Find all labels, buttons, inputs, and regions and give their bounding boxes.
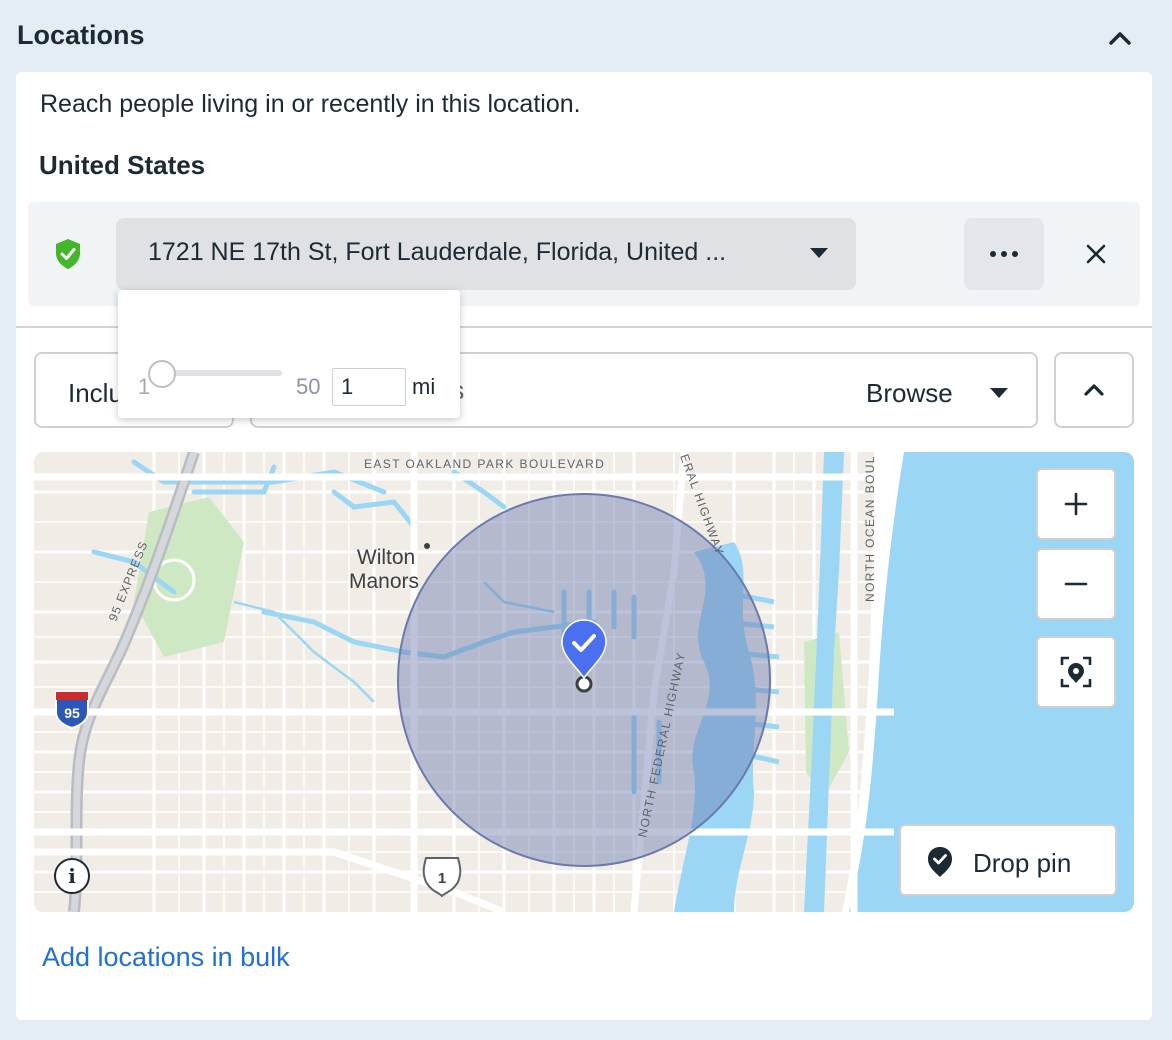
browse-button[interactable]: Browse bbox=[862, 368, 1022, 414]
road-label-oakland-park: EAST OAKLAND PARK BOULEVARD bbox=[364, 457, 605, 471]
radius-unit: mi bbox=[412, 374, 436, 399]
map-info-button[interactable]: i bbox=[54, 858, 90, 894]
map-pin-check-icon bbox=[928, 847, 952, 877]
address-value: 1721 NE 17th St, Fort Lauderdale, Florid… bbox=[148, 238, 727, 266]
country-heading: United States bbox=[39, 150, 206, 180]
place-label-line1: Wilton bbox=[357, 546, 415, 569]
more-dots-icon bbox=[990, 251, 1018, 257]
add-locations-bulk-link[interactable]: Add locations in bulk bbox=[42, 942, 290, 973]
us-highway-shield-number: 1 bbox=[438, 870, 446, 887]
chevron-up-icon bbox=[1109, 32, 1131, 45]
info-icon: i bbox=[68, 864, 76, 888]
slider-max-label: 50 bbox=[296, 374, 321, 399]
section-header: Locations bbox=[0, 0, 1172, 72]
zoom-out-button[interactable] bbox=[1036, 548, 1116, 620]
drop-pin-button[interactable]: Drop pin bbox=[899, 824, 1117, 896]
place-label-line2: Manors bbox=[349, 570, 419, 593]
zoom-in-button[interactable] bbox=[1036, 468, 1116, 540]
radius-popover: 1 50 mi bbox=[118, 290, 460, 418]
verified-shield-icon bbox=[56, 239, 80, 269]
chevron-up-icon bbox=[1084, 384, 1104, 396]
close-icon bbox=[1086, 244, 1106, 264]
section-title: Locations bbox=[17, 20, 145, 50]
more-options-button[interactable] bbox=[964, 218, 1044, 290]
radius-slider-handle[interactable] bbox=[148, 360, 176, 388]
browse-label: Browse bbox=[866, 378, 953, 408]
address-select[interactable]: 1721 NE 17th St, Fort Lauderdale, Florid… bbox=[116, 218, 856, 290]
locate-pin-icon bbox=[1060, 656, 1092, 688]
caret-down-icon bbox=[810, 248, 828, 258]
remove-location-button[interactable] bbox=[1076, 234, 1116, 274]
place-label: Wilton Manors bbox=[349, 546, 421, 593]
description: Reach people living in or recently in th… bbox=[40, 90, 581, 118]
drop-pin-label: Drop pin bbox=[973, 848, 1072, 878]
plus-icon bbox=[1064, 492, 1088, 516]
collapse-search-button[interactable] bbox=[1054, 352, 1134, 428]
interstate-shield-number: 95 bbox=[64, 705, 80, 721]
radius-input[interactable] bbox=[332, 368, 406, 406]
caret-down-icon bbox=[990, 388, 1008, 398]
locate-button[interactable] bbox=[1036, 636, 1116, 708]
collapse-button[interactable] bbox=[1100, 20, 1140, 56]
interstate-shield-icon: 95 bbox=[55, 691, 89, 730]
minus-icon bbox=[1064, 582, 1088, 586]
radius-slider-track[interactable] bbox=[160, 370, 282, 376]
road-label-ocean: NORTH OCEAN BOUL bbox=[863, 455, 877, 602]
